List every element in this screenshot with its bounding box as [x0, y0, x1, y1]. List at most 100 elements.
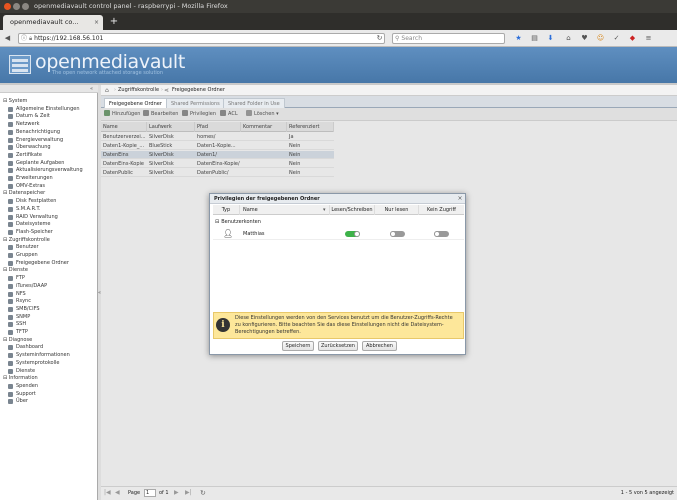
no-access-toggle[interactable]	[434, 231, 449, 237]
sidebar-group-header[interactable]: ⊟ Zugriffskontrolle	[3, 237, 50, 244]
tab-shared-permissions[interactable]: Shared Permissions	[166, 98, 225, 108]
url-bar[interactable]: ⓘ 🔒︎ https://192.168.56.101	[18, 33, 385, 44]
sidebar-item[interactable]: Dateisysteme	[8, 221, 51, 228]
sidebar-item[interactable]: SMB/CIFS	[8, 306, 40, 313]
sidebar-item-label: Benutzer	[16, 244, 39, 251]
sidebar-item[interactable]: Geplante Aufgaben	[8, 160, 64, 167]
sidebar-item[interactable]: Zertifikate	[8, 152, 42, 159]
sidebar-item[interactable]: Über	[8, 398, 28, 405]
sidebar-item[interactable]: SNMP	[8, 314, 30, 321]
column-header-read-only[interactable]: Nur lesen	[375, 205, 419, 215]
sidebar-item-label: Dienste	[16, 367, 36, 374]
sidebar-item[interactable]: Support	[8, 391, 36, 398]
home-icon[interactable]: ⌂	[564, 33, 573, 44]
column-header-no-access[interactable]: Kein Zugriff	[419, 205, 464, 215]
minimize-window-icon[interactable]	[13, 3, 20, 10]
info-icon: i	[216, 318, 230, 332]
sidebar-group-label: Dienste	[8, 267, 28, 274]
column-header-user-name[interactable]: Name	[240, 205, 330, 215]
sidebar-item[interactable]: OMV-Extras	[8, 183, 45, 190]
search-input[interactable]: ⚲ Search	[392, 33, 505, 44]
sidebar-item[interactable]: Dashboard	[8, 344, 44, 351]
sidebar-item-label: iTunes/DAAP	[16, 282, 48, 289]
extension-face-icon[interactable]: ☺	[596, 33, 605, 44]
refresh-icon[interactable]: ↻	[200, 486, 206, 500]
sidebar-item[interactable]: Disk Festplatten	[8, 198, 57, 205]
sidebar-item-label: Dashboard	[16, 344, 44, 351]
breadcrumb-item-shared-folders[interactable]: Freigegebene Ordner	[172, 85, 225, 96]
group-row-user-accounts[interactable]: ⊟ Benutzerkonten	[213, 218, 464, 226]
sidebar-group-header[interactable]: ⊟ Datenspeicher	[3, 190, 45, 197]
sidebar-collapse-button[interactable]: «	[88, 86, 95, 92]
close-window-icon[interactable]	[4, 3, 11, 10]
read-only-toggle[interactable]	[390, 231, 405, 237]
sidebar-group-header[interactable]: ⊟ Information	[3, 375, 38, 382]
dialog-close-icon[interactable]: ×	[456, 195, 464, 203]
column-menu-icon[interactable]: ▾	[323, 205, 326, 215]
shield-icon[interactable]: ◆	[628, 33, 637, 44]
maximize-window-icon[interactable]	[22, 3, 29, 10]
last-page-icon[interactable]: ▶|	[185, 486, 192, 500]
sidebar-group-header[interactable]: ⊟ Diagnose	[3, 337, 32, 344]
breadcrumb-item-access-control[interactable]: Zugriffskontrolle	[118, 85, 159, 96]
library-icon[interactable]: ▤	[530, 33, 539, 44]
reset-button[interactable]: Zurücksetzen	[318, 341, 358, 351]
sidebar-item[interactable]: Gruppen	[8, 252, 38, 259]
sidebar-item[interactable]: iTunes/DAAP	[8, 282, 48, 290]
reload-icon[interactable]: ↻	[375, 33, 384, 44]
sidebar-item[interactable]: Systeminformationen	[8, 352, 70, 359]
sidebar-item[interactable]: Rsync	[8, 298, 31, 305]
sidebar-item[interactable]: Dienste	[8, 367, 36, 375]
sidebar-item[interactable]: Datum & Zeit	[8, 113, 50, 120]
tab-close-icon[interactable]: ×	[94, 15, 99, 30]
sidebar-item[interactable]: Netzwerk	[8, 121, 40, 128]
sidebar-item[interactable]: Aktualisierungsverwaltung	[8, 167, 83, 174]
sidebar-item[interactable]: Überwachung	[8, 144, 51, 151]
next-page-icon[interactable]: ▶	[174, 486, 179, 500]
sidebar-item[interactable]: Energieverwaltung	[8, 137, 63, 144]
column-header-read-write[interactable]: Lesen/Schreiben	[330, 205, 375, 215]
sidebar-item[interactable]: RAID Verwaltung	[8, 214, 58, 221]
read-write-toggle[interactable]	[345, 231, 360, 237]
menu-icon[interactable]: ≡	[644, 33, 653, 44]
sidebar-item[interactable]: FTP	[8, 275, 25, 282]
group-toggle-icon[interactable]: ⊟	[213, 219, 221, 225]
sidebar-item[interactable]: Freigegebene Ordner	[8, 260, 69, 267]
first-page-icon[interactable]: |◀	[104, 486, 111, 500]
prev-page-icon[interactable]: ◀	[115, 486, 120, 500]
sidebar-item[interactable]: S.M.A.R.T.	[8, 206, 41, 213]
sidebar-group-label: Datenspeicher	[8, 190, 46, 197]
breadcrumb-home-icon[interactable]: ⌂	[105, 86, 109, 95]
sidebar-item[interactable]: Spenden	[8, 383, 38, 390]
browser-tab[interactable]: openmediavault co... ×	[3, 15, 103, 30]
back-icon[interactable]: ◀	[3, 33, 12, 44]
sidebar-item[interactable]: Erweiterungen	[8, 175, 53, 182]
sidebar-group-header[interactable]: ⊟ Dienste	[3, 267, 28, 274]
sidebar-item[interactable]: Allgemeine Einstellungen	[8, 106, 80, 113]
new-tab-button[interactable]: +	[108, 15, 120, 29]
sidebar-item[interactable]: Flash-Speicher	[8, 229, 53, 236]
save-button[interactable]: Speichern	[282, 341, 314, 351]
tab-shared-folders[interactable]: Freigegebene Ordner	[104, 98, 167, 108]
sidebar-item[interactable]: Benachrichtigung	[8, 129, 60, 136]
sidebar-item-icon	[8, 145, 13, 151]
cancel-button[interactable]: Abbrechen	[362, 341, 397, 351]
sidebar-item-icon	[8, 330, 13, 335]
sidebar-item[interactable]: NFS	[8, 291, 26, 298]
page-number-input[interactable]: 1	[144, 489, 156, 497]
download-icon[interactable]: ⬇	[546, 33, 555, 44]
sidebar-item-icon	[8, 306, 13, 312]
sidebar-item[interactable]: TFTP	[8, 329, 28, 336]
sidebar-item-icon	[8, 276, 13, 282]
column-header-type[interactable]: Typ	[213, 205, 240, 215]
pocket-icon[interactable]: ♥	[580, 33, 589, 44]
sidebar-group-header[interactable]: ⊟ System	[3, 98, 27, 105]
extension-icon[interactable]: ✓	[612, 33, 621, 44]
sidebar-item[interactable]: Systemprotokolle	[8, 360, 59, 367]
sidebar-item-label: Disk Festplatten	[16, 198, 57, 205]
sidebar-item[interactable]: Benutzer	[8, 244, 39, 251]
sidebar-item[interactable]: SSH	[8, 321, 26, 328]
bookmark-star-icon[interactable]: ★	[514, 33, 523, 44]
info-icon[interactable]: ⓘ	[19, 35, 29, 42]
tab-shared-folder-in-use[interactable]: Shared Folder in Use	[223, 98, 285, 108]
